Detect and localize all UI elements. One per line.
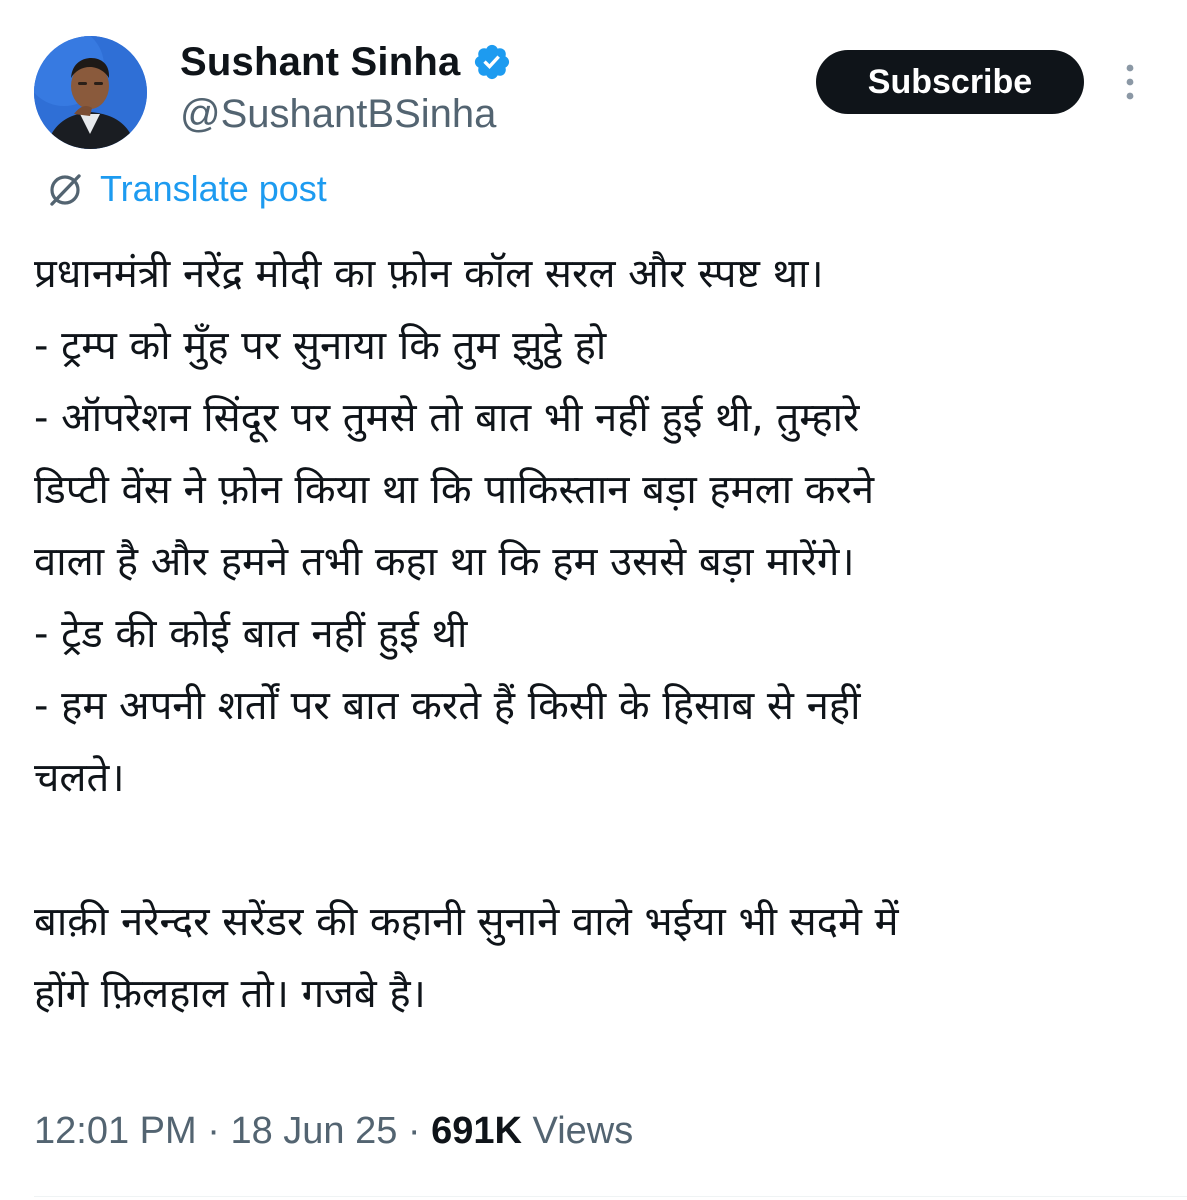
post-line: - ट्रेड की कोई बात नहीं हुई थी bbox=[34, 611, 468, 657]
post-line: - हम अपनी शर्तों पर बात करते हैं किसी के… bbox=[34, 683, 861, 729]
post-line: बाक़ी नरेन्दर सरेंडर की कहानी सुनाने वाल… bbox=[34, 899, 899, 945]
subscribe-button[interactable]: Subscribe bbox=[816, 50, 1084, 114]
post-line: प्रधानमंत्री नरेंद्र मोदी का फ़ोन कॉल सर… bbox=[34, 251, 824, 297]
post-line: - ट्रम्प को मुँह पर सुनाया कि तुम झुट्ठे… bbox=[34, 323, 607, 369]
verified-badge-icon bbox=[475, 44, 510, 80]
post-body: प्रधानमंत्री नरेंद्र मोदी का फ़ोन कॉल सर… bbox=[34, 238, 1144, 1030]
post-date[interactable]: 18 Jun 25 bbox=[230, 1110, 397, 1152]
avatar[interactable] bbox=[34, 36, 147, 149]
translate-post-link[interactable]: Translate post bbox=[44, 166, 327, 212]
author-handle[interactable]: @SushantBSinha bbox=[180, 92, 496, 137]
meta-separator: · bbox=[207, 1110, 220, 1152]
author-display-name[interactable]: Sushant Sinha bbox=[180, 38, 512, 86]
post-time[interactable]: 12:01 PM bbox=[34, 1110, 197, 1152]
translate-post-label[interactable]: Translate post bbox=[100, 168, 327, 210]
author-name-text[interactable]: Sushant Sinha bbox=[180, 40, 460, 85]
post-line: होंगे फ़िलहाल तो। गजबे है। bbox=[34, 971, 426, 1017]
post-line: वाला है और हमने तभी कहा था कि हम उससे बड… bbox=[34, 539, 855, 585]
post-line: चलते। bbox=[34, 755, 125, 801]
views-count[interactable]: 691K bbox=[431, 1110, 522, 1152]
more-vertical-icon[interactable] bbox=[1116, 62, 1144, 102]
post-line: - ऑपरेशन सिंदूर पर तुमसे तो बात भी नहीं … bbox=[34, 395, 860, 441]
translate-icon bbox=[50, 174, 81, 206]
meta-separator: · bbox=[407, 1110, 421, 1152]
views-label[interactable]: Views bbox=[533, 1110, 634, 1152]
post-meta: 12:01 PM · 18 Jun 25 · 691K Views bbox=[34, 1110, 633, 1153]
post-line: डिप्टी वेंस ने फ़ोन किया था कि पाकिस्तान… bbox=[34, 467, 875, 513]
divider bbox=[34, 1196, 1187, 1197]
